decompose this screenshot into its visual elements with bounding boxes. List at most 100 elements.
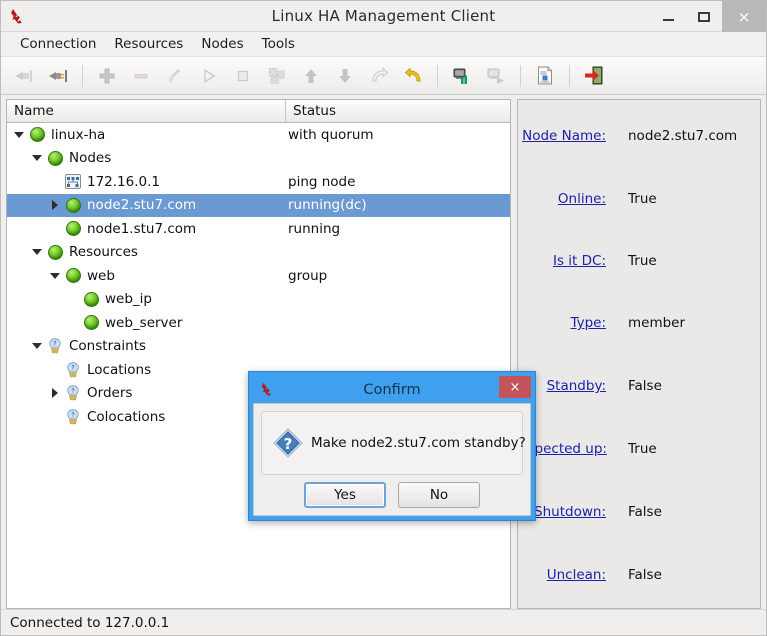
menu-nodes[interactable]: Nodes: [192, 34, 252, 54]
chevron-right-icon[interactable]: [47, 385, 63, 401]
column-header-status[interactable]: Status: [286, 100, 510, 122]
tree-row-label: Orders: [87, 385, 133, 402]
tree-row-name-cell: ? Locations: [7, 362, 286, 378]
detail-row: Online: True: [518, 191, 760, 207]
chevron-down-icon[interactable]: [29, 338, 45, 354]
green-status-ball-icon: [63, 221, 83, 237]
tree-row[interactable]: node1.stu7.com running: [7, 217, 510, 241]
add-icon[interactable]: [92, 61, 122, 91]
tree-twisty-placeholder: [47, 174, 63, 190]
tree-row-name-cell: Nodes: [7, 150, 286, 166]
chevron-down-icon[interactable]: [11, 127, 27, 143]
tree-row-label: Colocations: [87, 408, 166, 425]
green-status-ball-icon: [65, 221, 81, 237]
tree-row-name-cell: node1.stu7.com: [7, 221, 286, 237]
detail-panel: Node Name: node2.stu7.com Online: True Is it…: [517, 99, 761, 609]
detail-field-label[interactable]: Is it DC:: [518, 253, 606, 269]
detail-field-label[interactable]: Unclean:: [518, 567, 606, 583]
detail-field-value: True: [628, 191, 657, 207]
tree-twisty-placeholder: [47, 362, 63, 378]
tree-row[interactable]: ? Constraints: [7, 335, 510, 359]
node-standby-icon[interactable]: [447, 61, 477, 91]
tree-row[interactable]: web_server: [7, 311, 510, 335]
constraint-lightbulb-icon: ?: [49, 338, 61, 354]
manage-icon[interactable]: [262, 61, 292, 91]
start-icon[interactable]: [194, 61, 224, 91]
detail-grid: Node Name: node2.stu7.com Online: True Is it…: [518, 100, 760, 608]
tree-row[interactable]: 172.16.0.1 ping node: [7, 170, 510, 194]
remove-icon[interactable]: [126, 61, 156, 91]
tree-row-label: web: [87, 267, 115, 284]
constraint-lightbulb-icon: ?: [63, 409, 83, 425]
menu-resources[interactable]: Resources: [105, 34, 192, 54]
chevron-right-icon[interactable]: [47, 197, 63, 213]
detail-field-value: False: [628, 567, 662, 583]
green-status-ball-icon: [47, 150, 63, 166]
no-button[interactable]: No: [398, 482, 480, 508]
svg-text:?: ?: [71, 364, 74, 371]
tree-twisty-placeholder: [65, 315, 81, 331]
chevron-down-icon[interactable]: [29, 150, 45, 166]
green-status-ball-icon: [81, 315, 101, 331]
detail-field-label[interactable]: Online:: [518, 191, 606, 207]
constraint-lightbulb-icon: ?: [63, 362, 83, 378]
yes-button[interactable]: Yes: [304, 482, 386, 508]
node-active-icon[interactable]: [481, 61, 511, 91]
toolbar-separator-1: [82, 64, 83, 87]
migrate-icon[interactable]: [364, 61, 394, 91]
detail-row: Standby: False: [518, 378, 760, 394]
cib-document-icon[interactable]: [530, 61, 560, 91]
detail-field-value: False: [628, 504, 662, 520]
tree-row[interactable]: node2.stu7.com running(dc): [7, 193, 510, 217]
dialog-close-button[interactable]: ×: [499, 376, 531, 398]
stop-icon[interactable]: [228, 61, 258, 91]
tree-row-name-cell: ? Colocations: [7, 409, 286, 425]
tree-row-name-cell: ? Orders: [7, 385, 286, 401]
tree-row-label: Resources: [69, 244, 138, 261]
detail-field-label[interactable]: Node Name:: [518, 128, 606, 144]
disconnect-icon[interactable]: [43, 61, 73, 91]
dialog-body: ? Make node2.stu7.com standby? Yes No: [253, 403, 531, 516]
tree-row-name-cell: ? Constraints: [7, 338, 286, 354]
tree-row-label: Constraints: [69, 338, 147, 355]
tree-row-label: Nodes: [69, 150, 112, 167]
tree-row-label: Locations: [87, 361, 152, 378]
detail-field-label[interactable]: Type:: [518, 315, 606, 331]
chevron-down-icon[interactable]: [29, 244, 45, 260]
minimize-button[interactable]: [650, 1, 686, 32]
main-content: Name Status linux-ha with quorum Nodes 172.…: [1, 95, 766, 609]
tree-row[interactable]: Nodes: [7, 147, 510, 171]
move-down-icon[interactable]: [330, 61, 360, 91]
tree-twisty-placeholder: [47, 409, 63, 425]
cleanup-icon[interactable]: [160, 61, 190, 91]
chevron-down-icon[interactable]: [47, 268, 63, 284]
unmigrate-icon[interactable]: [398, 61, 428, 91]
exit-icon[interactable]: [579, 61, 609, 91]
tree-row-name-cell: web_ip: [7, 291, 286, 307]
constraint-lightbulb-icon: ?: [63, 385, 83, 401]
detail-row: Shutdown: False: [518, 504, 760, 520]
menu-bar: Connection Resources Nodes Tools: [1, 32, 766, 57]
menu-connection[interactable]: Connection: [11, 34, 105, 54]
close-button[interactable]: ×: [722, 1, 766, 32]
maximize-button[interactable]: [686, 1, 722, 32]
tree-row[interactable]: web_ip: [7, 288, 510, 312]
green-status-ball-icon: [47, 244, 63, 260]
menu-tools[interactable]: Tools: [253, 34, 304, 54]
dialog-title-bar: Confirm ×: [253, 376, 531, 403]
tree-row[interactable]: linux-ha with quorum: [7, 123, 510, 147]
detail-field-value: False: [628, 378, 662, 394]
move-up-icon[interactable]: [296, 61, 326, 91]
detail-row: Type: member: [518, 315, 760, 331]
toolbar: [1, 57, 766, 95]
column-header-name[interactable]: Name: [7, 100, 286, 122]
connect-icon[interactable]: [9, 61, 39, 91]
tree-row-label: web_server: [105, 314, 183, 331]
green-status-ball-icon: [83, 315, 99, 331]
constraint-lightbulb-icon: ?: [67, 409, 79, 424]
tree-row[interactable]: Resources: [7, 241, 510, 265]
tree-row-label: 172.16.0.1: [87, 173, 160, 190]
tree-row[interactable]: web group: [7, 264, 510, 288]
application-window: Linux HA Management Client × Connection …: [0, 0, 767, 636]
green-status-ball-icon: [29, 127, 45, 143]
